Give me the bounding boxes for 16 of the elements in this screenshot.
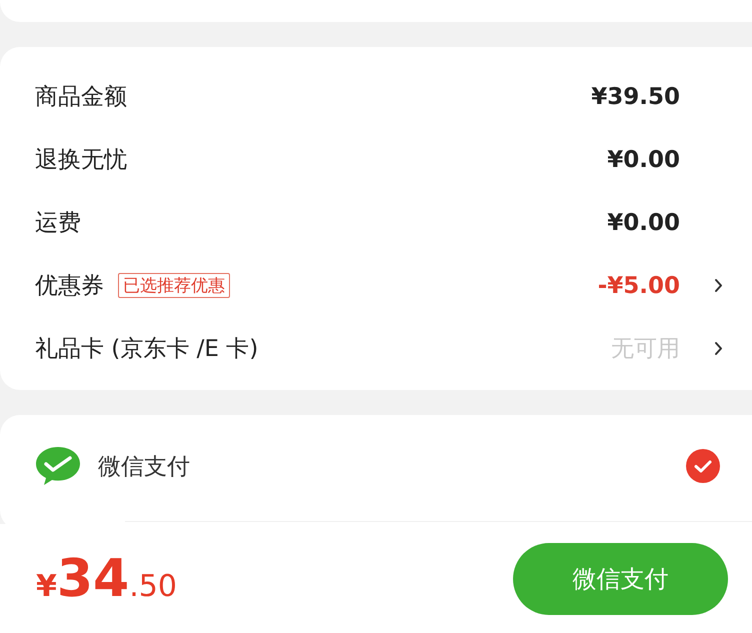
chat-bubble-icon [34,445,82,487]
row-value: ¥0.00 [607,210,680,236]
row-label: 优惠券 [35,272,104,301]
payment-method-label[interactable]: 微信支付 [98,450,190,482]
chevron-icon[interactable] [714,341,722,356]
row-label: 运费 [35,209,81,238]
coupon-tag: 已选推荐优惠 [118,273,230,298]
row-value: ¥0.00 [607,146,680,172]
total-price: ¥34.50 [36,548,177,608]
row-value: ¥39.50 [591,84,680,110]
row-label: 商品金额 [35,83,127,112]
chevron-icon[interactable] [714,278,722,293]
check-icon[interactable] [686,449,720,483]
row-label: 礼品卡 (京东卡 /E 卡) [35,335,258,364]
row-value: -¥5.00 [598,272,680,298]
row-label: 退换无忧 [35,146,127,175]
